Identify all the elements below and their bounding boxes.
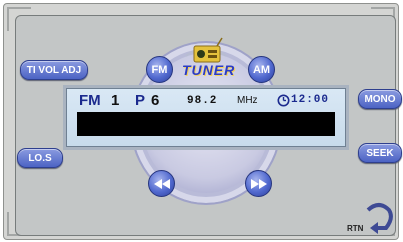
band-label: FM [79, 92, 101, 109]
band-number: 1 [111, 92, 120, 109]
seek-button[interactable]: SEEK [358, 143, 402, 163]
fm-button[interactable]: FM [146, 56, 173, 83]
los-button[interactable]: LO.S [17, 148, 63, 168]
am-button[interactable]: AM [248, 56, 275, 83]
tuner-display: FM 1 P 6 98.2 MHz 12:00 [66, 88, 346, 147]
frequency-readout: 98.2 [187, 95, 218, 107]
return-label: RTN [347, 224, 364, 233]
clock-time: 12:00 [291, 94, 330, 106]
preset-prefix: P [135, 92, 146, 109]
preset-number: 6 [151, 92, 160, 109]
tuner-logo-text: TUNER [182, 62, 236, 78]
mono-button[interactable]: MONO [358, 89, 402, 109]
clock-icon [277, 94, 290, 112]
lcd-text-area [77, 112, 335, 136]
rewind-button[interactable] [148, 170, 175, 197]
rewind-icon [153, 178, 170, 189]
fast-forward-button[interactable] [245, 170, 272, 197]
ti-vol-adj-button[interactable]: TI VOL ADJ [20, 60, 88, 80]
return-arrow-icon [366, 203, 393, 234]
fast-forward-icon [250, 178, 267, 189]
return-button[interactable] [362, 200, 396, 239]
frequency-unit: MHz [237, 95, 258, 106]
